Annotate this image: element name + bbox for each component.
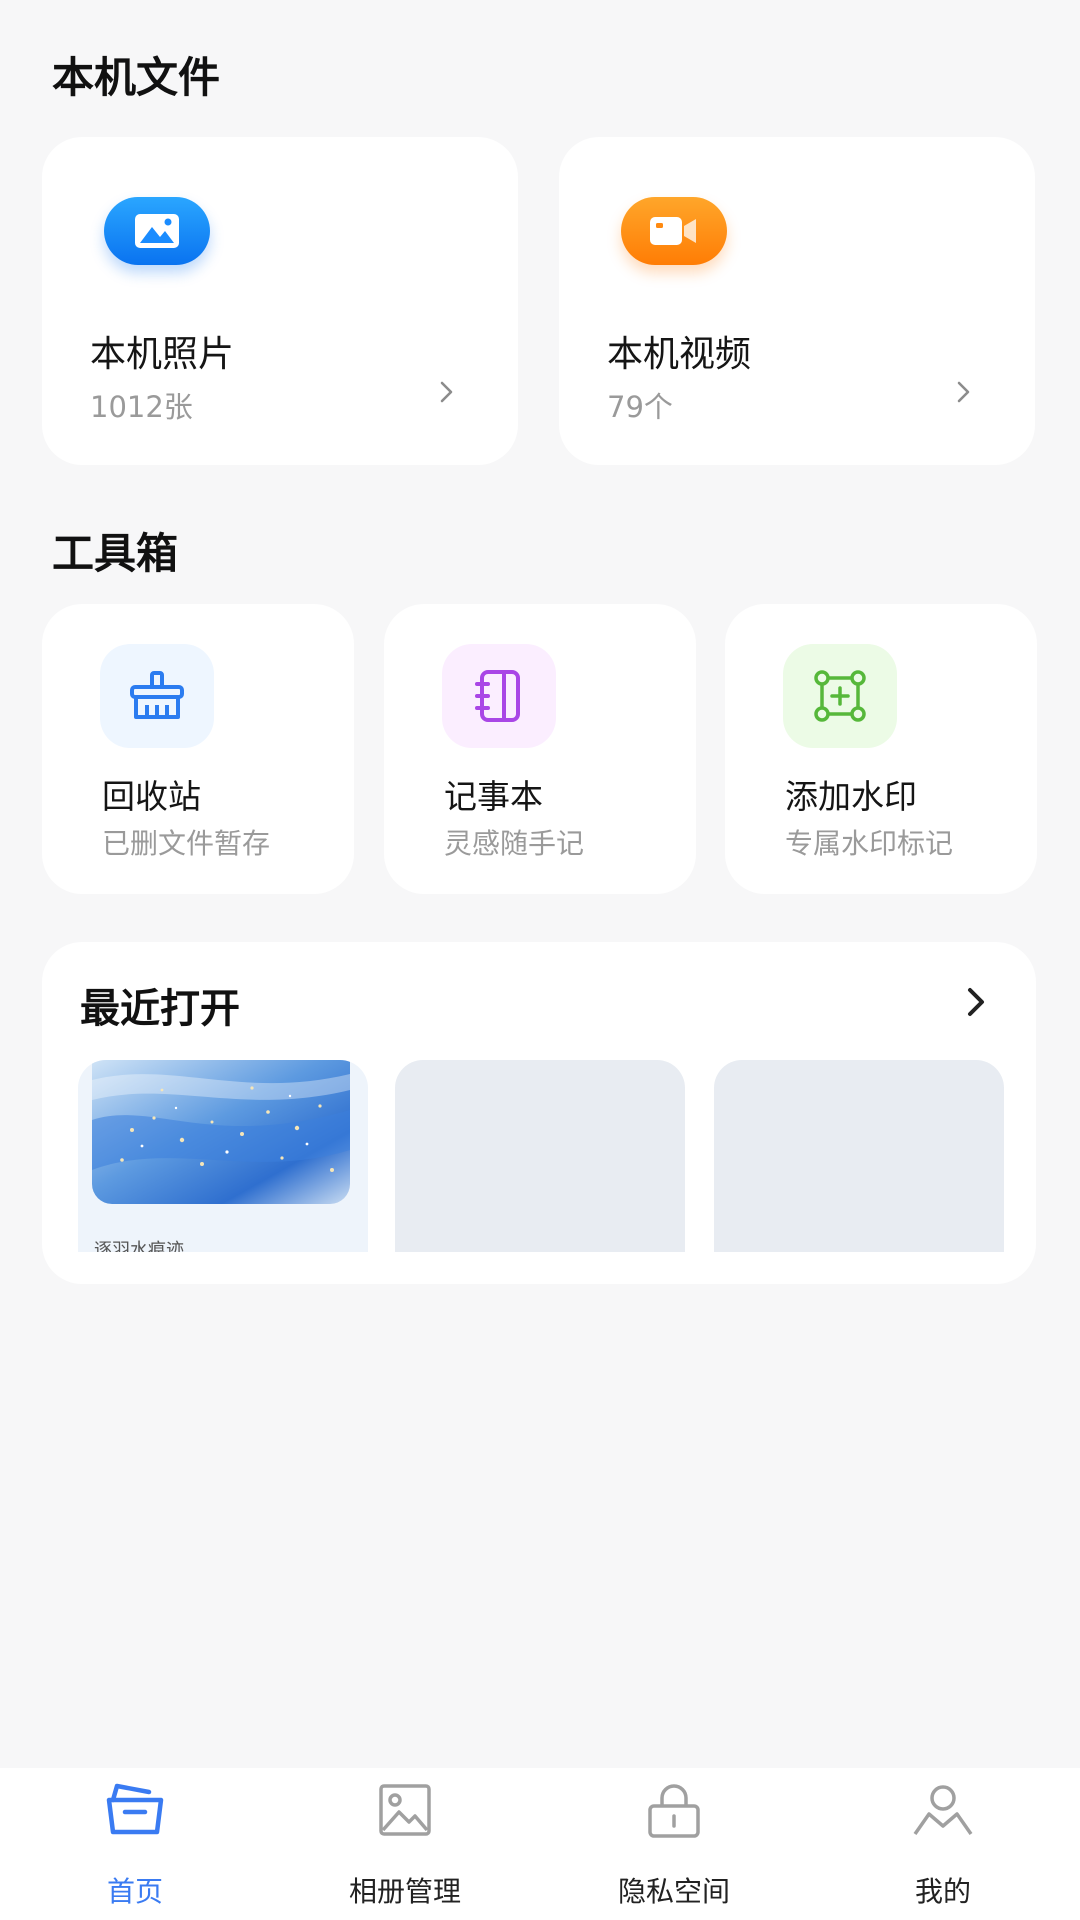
tab-label: 我的 — [914, 1875, 971, 1908]
local-photos-card[interactable]: 本机照片 1012张 — [42, 137, 518, 465]
watermark-icon — [783, 644, 897, 748]
tool-name: 回收站 — [102, 777, 201, 816]
tab-private-space[interactable]: 隐私空间 — [574, 1768, 774, 1920]
local-photos-label: 本机照片 — [90, 334, 235, 375]
user-icon — [913, 1785, 973, 1836]
recent-thumbnail-placeholder[interactable] — [395, 1060, 685, 1252]
tool-name: 记事本 — [444, 777, 543, 816]
chevron-right-icon[interactable] — [956, 980, 996, 1024]
tab-mine[interactable]: 我的 — [843, 1768, 1043, 1920]
tool-name: 添加水印 — [785, 777, 917, 816]
chevron-right-icon — [957, 381, 970, 403]
tab-label: 相册管理 — [348, 1875, 461, 1908]
tab-label: 首页 — [106, 1875, 163, 1908]
recent-thumbnail-placeholder[interactable] — [714, 1060, 1004, 1252]
image-icon — [104, 197, 210, 265]
tool-recycle-bin[interactable]: 回收站 已删文件暂存 — [42, 604, 354, 894]
recent-thumbnail-image — [92, 1060, 350, 1204]
local-videos-card[interactable]: 本机视频 79个 — [559, 137, 1035, 465]
tool-watermark[interactable]: 添加水印 专属水印标记 — [725, 604, 1037, 894]
recent-card: 最近打开 逐羽水痕迹 — [42, 942, 1036, 1284]
tab-label: 隐私空间 — [617, 1875, 730, 1908]
basket-icon — [106, 1783, 164, 1835]
bottom-tab-bar: 首页 相册管理 隐私空间 我的 — [0, 1768, 1080, 1920]
tab-album[interactable]: 相册管理 — [305, 1768, 505, 1920]
tool-desc: 专属水印标记 — [785, 827, 954, 860]
local-videos-label: 本机视频 — [607, 334, 752, 375]
recent-thumbnail[interactable]: 逐羽水痕迹 — [78, 1060, 368, 1252]
tab-home[interactable]: 首页 — [35, 1768, 235, 1920]
chevron-right-icon — [440, 381, 453, 403]
broom-icon — [100, 644, 214, 748]
video-camera-icon — [621, 197, 727, 265]
tool-desc: 灵感随手记 — [444, 827, 585, 860]
local-files-title: 本机文件 — [52, 53, 221, 102]
local-videos-count: 79个 — [607, 390, 673, 424]
lock-icon — [648, 1784, 700, 1838]
local-photos-count: 1012张 — [90, 390, 193, 424]
toolbox-title: 工具箱 — [52, 529, 179, 578]
notebook-icon — [442, 644, 556, 748]
recent-thumbnail-caption: 逐羽水痕迹 — [94, 1240, 184, 1252]
picture-icon — [379, 1784, 431, 1836]
tool-desc: 已删文件暂存 — [102, 827, 271, 860]
tool-notebook[interactable]: 记事本 灵感随手记 — [384, 604, 696, 894]
recent-title: 最近打开 — [80, 986, 240, 1032]
